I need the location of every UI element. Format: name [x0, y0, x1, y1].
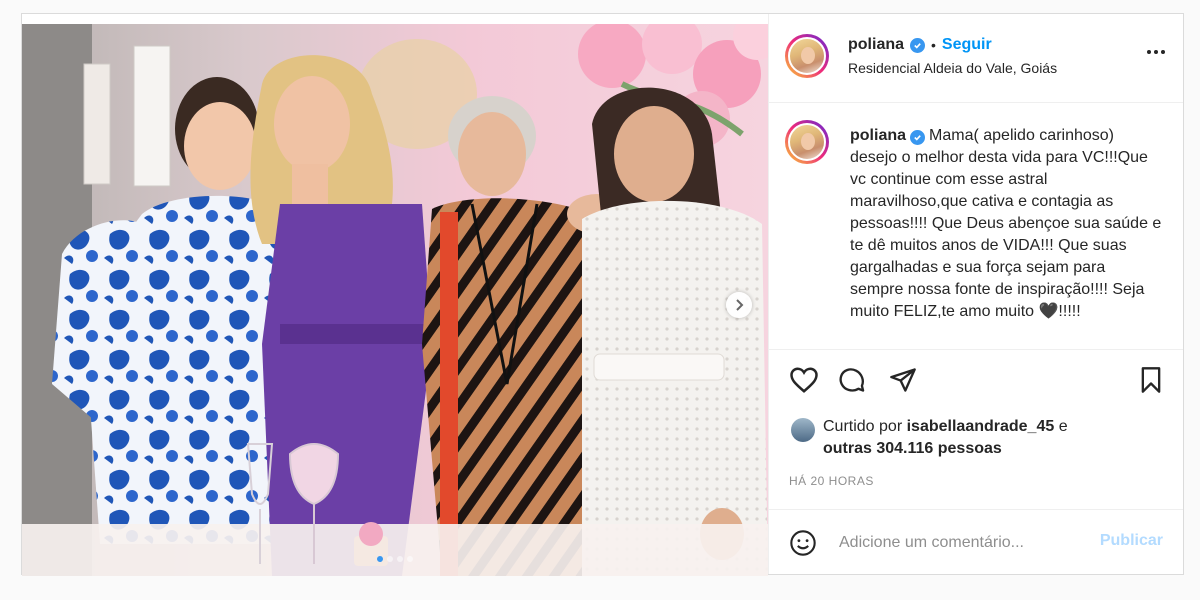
heart-icon[interactable]: [789, 366, 819, 399]
verified-badge-icon: [910, 130, 926, 145]
bookmark-icon[interactable]: [1139, 366, 1163, 399]
verified-badge-icon: [910, 37, 926, 53]
separator: •: [931, 37, 936, 53]
carousel-dot: [407, 556, 413, 562]
post-location[interactable]: Residencial Aldeia do Vale, Goiás: [848, 60, 1057, 76]
more-options-icon[interactable]: [1147, 50, 1165, 54]
author-username[interactable]: poliana: [848, 36, 904, 54]
caption-text: poliana Mama( apelido carinhoso) desejo o…: [850, 125, 1162, 323]
carousel-indicator: [22, 556, 768, 562]
liker-username[interactable]: isabellaandrade_45: [907, 418, 1055, 435]
likes-summary: Curtido por isabellaandrade_45 e outras …: [791, 416, 1068, 460]
post-caption: poliana Mama( apelido carinhoso) desejo o…: [769, 103, 1183, 350]
likes-prefix: Curtido por: [823, 418, 903, 435]
post-header: poliana • Seguir Residencial Aldeia do V…: [769, 14, 1183, 103]
action-bar: [769, 362, 1183, 402]
likes-count-link[interactable]: outras 304.116 pessoas: [823, 440, 1002, 457]
post-timestamp[interactable]: HÁ 20 HORAS: [789, 474, 874, 488]
author-info: poliana • Seguir Residencial Aldeia do V…: [848, 36, 1057, 76]
emoji-icon[interactable]: [789, 529, 817, 562]
post-side-panel: poliana • Seguir Residencial Aldeia do V…: [768, 14, 1183, 574]
comment-input[interactable]: [837, 528, 1091, 558]
instagram-post: poliana • Seguir Residencial Aldeia do V…: [21, 13, 1184, 576]
chevron-right-icon: [736, 299, 744, 311]
likes-joiner: e: [1058, 418, 1068, 435]
caption-username[interactable]: poliana: [850, 127, 906, 144]
carousel-dot: [387, 556, 393, 562]
publish-button[interactable]: Publicar: [1100, 532, 1163, 550]
caption-body: Mama( apelido carinhoso) desejo o melhor…: [850, 127, 1162, 320]
author-avatar[interactable]: [785, 34, 829, 78]
paper-plane-icon[interactable]: [889, 366, 917, 399]
carousel-next-button[interactable]: [726, 292, 752, 318]
follow-button[interactable]: Seguir: [942, 36, 992, 54]
photo-illustration: [22, 24, 768, 576]
comment-bar: Publicar: [769, 509, 1183, 574]
carousel-dot: [397, 556, 403, 562]
carousel-dot: [377, 556, 383, 562]
post-photo[interactable]: [22, 24, 768, 576]
liker-avatar[interactable]: [791, 418, 815, 442]
comment-icon[interactable]: [838, 366, 866, 399]
caption-author-avatar[interactable]: [785, 120, 829, 164]
